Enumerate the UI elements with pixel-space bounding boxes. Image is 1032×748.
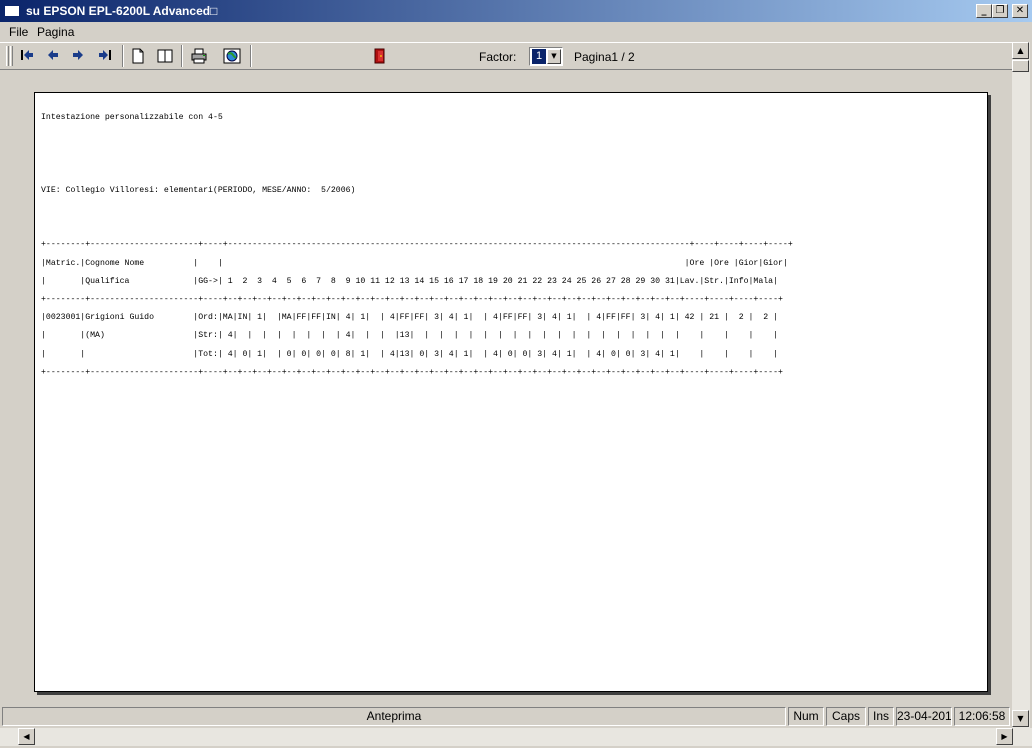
menu-bar: File Pagina <box>0 22 1032 42</box>
previous-page-icon <box>48 50 58 60</box>
last-page-icon <box>99 50 111 60</box>
toolbar-separator <box>250 45 252 67</box>
menu-pagina[interactable]: Pagina <box>37 25 74 39</box>
report-context: VIE: Collegio Villoresi: elementari(PERI… <box>41 185 356 195</box>
status-date: 23-04-2016 <box>896 707 952 726</box>
scroll-right-button[interactable]: ▶ <box>996 728 1013 745</box>
close-button[interactable]: ✕ <box>1012 4 1028 18</box>
report-column-headers: |Matric.|Cognome Nome | | |Ore |Ore |Gio… <box>41 258 788 268</box>
single-page-button[interactable] <box>127 46 149 66</box>
report-rule: +--------+----------------------+----+--… <box>41 295 783 305</box>
globe-export-icon <box>223 48 241 64</box>
printer-icon <box>191 48 207 64</box>
exit-door-icon <box>374 48 385 64</box>
title-bar[interactable]: su EPSON EPL-6200L Advanced□ _ ❐ ✕ <box>0 0 1032 22</box>
toolbar-separator <box>122 45 124 67</box>
page-indicator: Pagina1 / 2 <box>574 50 635 64</box>
print-button[interactable] <box>188 46 210 66</box>
restore-button[interactable]: ❐ <box>992 4 1008 18</box>
two-pages-icon <box>157 49 173 63</box>
toolbar-grip[interactable] <box>10 46 13 66</box>
scroll-up-button[interactable]: ▲ <box>1012 42 1029 59</box>
chevron-down-icon[interactable]: ▼ <box>547 49 561 64</box>
status-main: Anteprima <box>2 707 786 726</box>
report-row: | |(MA) |Str:| 4| | | | | | | | 4| | | |… <box>41 331 778 341</box>
status-num: Num <box>788 707 824 726</box>
status-caps: Caps <box>826 707 866 726</box>
report-text: Intestazione personalizzabile con 4-5 VI… <box>41 109 793 382</box>
status-ins: Ins <box>868 707 894 726</box>
status-bar: Anteprima Num Caps Ins 23-04-2016 12:06:… <box>0 705 1012 727</box>
scroll-left-button[interactable]: ◀ <box>18 728 35 745</box>
report-page: Intestazione personalizzabile con 4-5 VI… <box>34 92 988 692</box>
menu-file[interactable]: File <box>9 25 28 39</box>
previous-page-button[interactable] <box>42 46 64 66</box>
report-rule: +--------+----------------------+----+--… <box>41 367 783 377</box>
toolbar-grip[interactable] <box>6 46 9 66</box>
scroll-down-button[interactable]: ▼ <box>1012 710 1029 727</box>
first-page-button[interactable] <box>16 46 38 66</box>
toolbar-separator <box>181 45 183 67</box>
report-row: |0023001|Grigioni Guido |Ord:|MA|IN| 1| … <box>41 313 778 323</box>
factor-value: 1 <box>532 49 546 64</box>
vertical-scrollbar[interactable]: ▲ ▼ <box>1012 42 1030 728</box>
single-page-icon <box>132 48 144 64</box>
export-button[interactable] <box>221 46 243 66</box>
two-pages-button[interactable] <box>154 46 176 66</box>
factor-select[interactable]: 1 ▼ <box>529 47 563 66</box>
report-row: | | |Tot:| 4| 0| 1| | 0| 0| 0| 0| 8| 1| … <box>41 349 778 359</box>
window-title: su EPSON EPL-6200L Advanced□ <box>26 4 218 18</box>
next-page-icon <box>73 50 83 60</box>
last-page-button[interactable] <box>94 46 116 66</box>
first-page-icon <box>21 50 33 60</box>
exit-button[interactable] <box>368 46 390 66</box>
vertical-scroll-thumb[interactable] <box>1012 60 1029 72</box>
report-rule: +--------+----------------------+----+--… <box>41 240 793 250</box>
factor-label: Factor: <box>479 50 517 64</box>
report-header: Intestazione personalizzabile con 4-5 <box>41 113 223 122</box>
toolbar: Factor: 1 ▼ Pagina1 / 2 <box>0 42 1012 70</box>
window-icon[interactable] <box>4 5 20 17</box>
preview-area[interactable]: Intestazione personalizzabile con 4-5 VI… <box>0 70 1012 704</box>
status-time: 12:06:58 <box>954 707 1010 726</box>
next-page-button[interactable] <box>67 46 89 66</box>
report-column-headers: | |Qualifica |GG->| 1 2 3 4 5 6 7 8 9 10… <box>41 276 778 286</box>
horizontal-scrollbar[interactable]: ◀ ▶ <box>0 728 1032 746</box>
minimize-button[interactable]: _ <box>976 4 992 18</box>
